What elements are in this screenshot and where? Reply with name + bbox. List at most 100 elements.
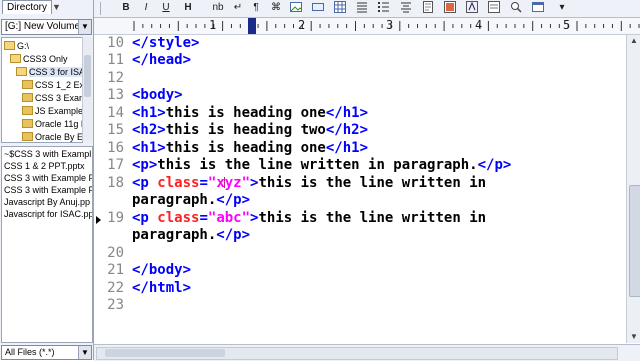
file-item[interactable]: CSS 1 & 2 PPT.pptx <box>4 161 85 172</box>
ruler-number: 4 <box>475 18 483 32</box>
code-line[interactable]: paragraph.</p> <box>132 227 250 244</box>
code-line[interactable]: <h2>this is heading two</h2> <box>132 122 368 139</box>
chevron-down-icon[interactable]: ▼ <box>78 346 91 359</box>
scroll-thumb[interactable] <box>105 349 225 357</box>
file-filter-select[interactable]: All Files (*.*) ▼ <box>1 345 92 360</box>
numbered-list-icon[interactable] <box>378 1 390 15</box>
chevron-down-icon[interactable]: ▼ <box>78 20 91 34</box>
tab-menu-arrow-icon[interactable]: ▼ <box>52 2 61 12</box>
editor-vertical-scrollbar[interactable]: ▲ ▼ <box>626 35 640 343</box>
tree-item[interactable]: CSS 1_2 Exam <box>22 79 82 91</box>
code-line[interactable]: </head> <box>132 52 191 69</box>
folder-icon <box>4 41 15 50</box>
tree-scrollbar[interactable] <box>82 37 92 141</box>
code-line[interactable]: </html> <box>132 280 191 297</box>
paragraph-icon[interactable]: ¶ <box>250 1 262 15</box>
link-icon[interactable] <box>312 1 324 15</box>
tree-item[interactable]: G:\ <box>4 40 29 52</box>
scroll-thumb[interactable] <box>84 55 91 97</box>
italic-icon[interactable]: I <box>140 1 152 15</box>
folder-icon <box>22 93 33 102</box>
drive-select-value: [G:] New Volume <box>5 21 79 32</box>
folder-tree[interactable]: G:\ CSS3 Only CSS 3 for ISAC CSS 1_2 Exa… <box>1 37 83 143</box>
table-icon[interactable] <box>334 1 346 15</box>
current-line-marker-icon <box>96 216 101 224</box>
line-number: 18 <box>107 175 124 191</box>
line-number: 13 <box>107 87 124 103</box>
tree-item[interactable]: Oracle By Ex <box>22 131 82 142</box>
align-icon[interactable] <box>400 1 412 15</box>
line-number: 14 <box>107 105 124 121</box>
code-line[interactable]: <body> <box>132 87 183 104</box>
editor-bottom-bar <box>94 344 640 361</box>
code-line[interactable]: <p>this is the line written in paragraph… <box>132 157 511 174</box>
file-item[interactable]: Javascript By Anuj.pp <box>4 197 90 208</box>
chevron-down-icon[interactable]: ▾ <box>556 1 568 15</box>
code-line[interactable]: paragraph.</p> <box>132 192 250 209</box>
nbsp-icon[interactable]: nb <box>210 1 226 15</box>
line-number: 20 <box>107 245 124 261</box>
directory-tab[interactable]: Directory <box>2 0 52 14</box>
code-line[interactable]: <h1>this is heading one</h1> <box>132 105 368 122</box>
code-line[interactable]: </body> <box>132 262 191 279</box>
tree-item[interactable]: CSS3 Only <box>10 53 68 65</box>
line-number: 10 <box>107 35 124 51</box>
font-icon[interactable] <box>466 1 478 15</box>
scroll-thumb[interactable] <box>629 185 640 297</box>
folder-icon <box>22 119 33 128</box>
ruler-number: 2 <box>298 18 306 32</box>
misc-icon[interactable]: ⌘ <box>270 1 282 15</box>
image-icon[interactable] <box>290 1 302 15</box>
preview-icon[interactable] <box>532 1 544 15</box>
bold-icon[interactable]: B <box>120 1 132 15</box>
ruler-caret-marker <box>248 18 256 34</box>
list-icon[interactable] <box>356 1 368 15</box>
code-line[interactable]: <h1>this is heading one</h1> <box>132 140 368 157</box>
code-line[interactable]: </style> <box>132 35 199 52</box>
editor-horizontal-scrollbar[interactable] <box>96 347 618 360</box>
folder-icon <box>10 54 21 63</box>
file-item[interactable]: CSS 3 with Example F <box>4 185 92 196</box>
tree-item[interactable]: Oracle 11g E <box>22 118 82 130</box>
line-number: 16 <box>107 140 124 156</box>
line-number: 21 <box>107 262 124 278</box>
tree-item[interactable]: JS Example <box>22 105 82 117</box>
file-list[interactable]: ~$CSS 3 with Exampl CSS 1 & 2 PPT.pptx C… <box>1 146 93 343</box>
code-editor[interactable]: 10 11 12 13 14 15 16 17 18 19 20 21 22 2… <box>94 35 626 343</box>
toolbar-divider <box>100 2 101 15</box>
line-number: 15 <box>107 122 124 138</box>
line-number-gutter: 10 11 12 13 14 15 16 17 18 19 20 21 22 2… <box>94 35 130 343</box>
code-line[interactable]: <p class="xyz">this is the line written … <box>132 175 486 192</box>
line-number: 11 <box>107 52 124 68</box>
h-icon[interactable]: H <box>182 1 194 15</box>
tree-item[interactable]: CSS 3 for ISAC <box>16 66 82 78</box>
folder-icon <box>22 80 33 89</box>
file-item[interactable]: CSS 3 with Example F <box>4 173 92 184</box>
bookmark-icon[interactable] <box>422 1 434 15</box>
folder-icon <box>22 132 33 141</box>
line-number: 22 <box>107 280 124 296</box>
line-number: 17 <box>107 157 124 173</box>
line-number: 23 <box>107 297 124 313</box>
file-item[interactable]: Javascript for ISAC.pp <box>4 209 92 220</box>
scroll-up-icon[interactable]: ▲ <box>627 35 640 47</box>
underline-icon[interactable]: U <box>160 1 172 15</box>
wrap-icon[interactable] <box>488 1 500 15</box>
code-line[interactable]: <p class="abc">this is the line written … <box>132 210 486 227</box>
drive-select[interactable]: [G:] New Volume ▼ <box>1 19 92 35</box>
folder-icon <box>22 106 33 115</box>
file-filter-value: All Files (*.*) <box>5 347 55 357</box>
ruler-ticks <box>133 21 640 31</box>
tree-item[interactable]: CSS 3 Examp <box>22 92 82 104</box>
ruler-number: 3 <box>386 18 394 32</box>
ruler-number: 1 <box>209 18 217 32</box>
directory-panel: Directory ▼ [G:] New Volume ▼ G:\ CSS3 O… <box>0 0 94 360</box>
find-icon[interactable] <box>510 1 522 15</box>
line-number: 12 <box>107 70 124 86</box>
folder-icon <box>16 67 27 76</box>
color-icon[interactable] <box>444 1 456 15</box>
ruler-number: 5 <box>563 18 571 32</box>
br-icon[interactable]: ↵ <box>232 1 244 15</box>
scroll-down-icon[interactable]: ▼ <box>627 331 640 343</box>
file-item[interactable]: ~$CSS 3 with Exampl <box>4 149 91 160</box>
